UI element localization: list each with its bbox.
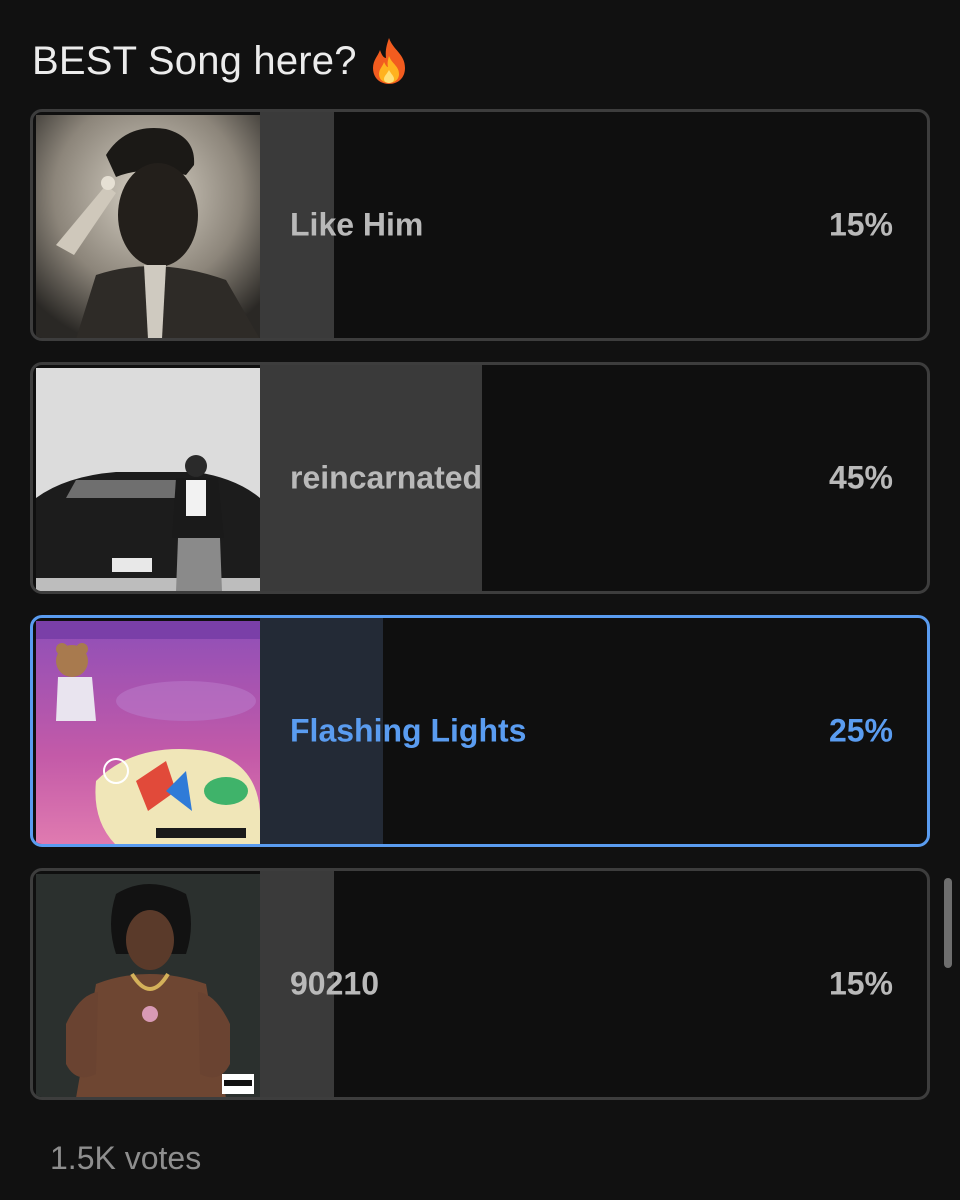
option-label: 90210 — [290, 965, 379, 1002]
option-percent: 15% — [828, 965, 893, 1002]
album-cover-reincarnated — [36, 368, 260, 591]
album-cover-like-him — [36, 115, 260, 338]
option-percent: 25% — [828, 712, 893, 749]
poll-option-90210[interactable]: 90210 15% — [30, 868, 930, 1100]
option-percent: 15% — [828, 206, 893, 243]
vote-count: 1.5K votes — [50, 1140, 202, 1176]
album-cover-90210 — [36, 874, 260, 1097]
option-percent: 45% — [828, 459, 893, 496]
fire-icon — [369, 36, 409, 86]
option-label: reincarnated — [290, 459, 483, 496]
scrollbar-thumb[interactable] — [944, 878, 952, 968]
option-label: Like Him — [290, 206, 424, 243]
poll-option-like-him[interactable]: Like Him 15% — [30, 109, 930, 341]
poll-question-text: BEST Song here? — [32, 38, 357, 83]
poll-option-flashing-lights[interactable]: Flashing Lights 25% — [30, 615, 930, 847]
option-label: Flashing Lights — [290, 712, 527, 749]
poll-question: BEST Song here? — [32, 36, 409, 86]
album-cover-graduation — [36, 621, 260, 844]
poll-option-reincarnated[interactable]: reincarnated 45% — [30, 362, 930, 594]
